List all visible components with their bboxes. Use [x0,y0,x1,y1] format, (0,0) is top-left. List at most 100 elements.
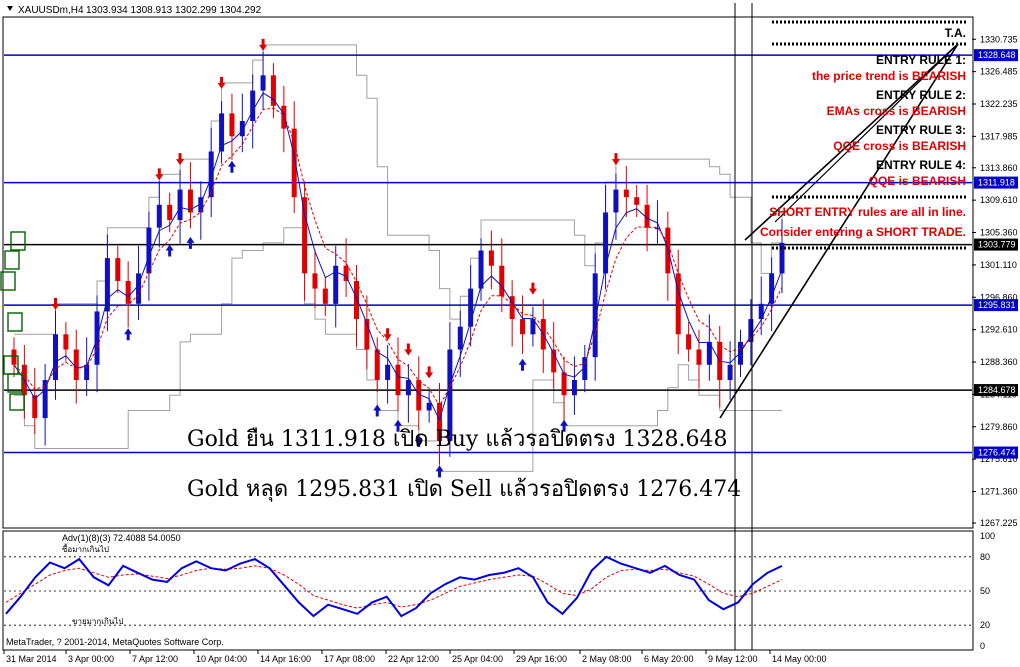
rule-2-title: ENTRY RULE 2: [876,88,966,102]
candle-body [239,121,245,137]
candle-body [53,334,59,380]
candle-body [696,349,702,365]
price-tick-label: 1330.735 [980,34,1018,44]
candle-body [686,334,692,350]
price-tick-label: 1309.610 [980,195,1018,205]
candle-body [727,364,733,380]
chart-ohlc: 1303.934 1308.913 1302.299 1304.292 [86,5,262,16]
oscillator-upper-label: ซื้อมากเกินไป [62,543,109,554]
price-tick-label: 1317.985 [980,131,1018,141]
candle-body [115,258,121,281]
ta-label: T.A. [945,26,966,40]
thai-note-sell: Gold หลุด 1295.831 เปิด Sell แล้วรอปิดตร… [187,477,741,502]
oscillator-tick-label: 100 [980,531,995,541]
time-tick-label: 29 Apr 16:00 [516,654,567,664]
candle-body [177,189,183,221]
level-tag-label: 1276.474 [978,448,1016,458]
candle-body [520,319,526,335]
oscillator-tick-label: 20 [980,620,990,630]
candle-body [634,197,640,205]
price-tick-label: 1271.360 [980,487,1018,497]
price-tick-label: 1305.360 [980,228,1018,238]
rule-3-text: QQE cross is BEARISH [833,139,966,153]
candle-body [146,227,152,274]
price-tick-label: 1313.860 [980,163,1018,173]
time-tick-label: 6 May 20:00 [644,654,694,664]
rule-2-text: EMAs cross is BEARISH [827,104,966,118]
short-entry-line-1: SHORT ENTRY rules are all in line. [769,205,966,219]
level-tag-label: 1311.918 [978,178,1015,188]
candle-body [250,90,256,122]
time-tick-label: 2 May 08:00 [582,654,632,664]
time-tick-label: 7 Apr 12:00 [132,654,178,664]
candle-body [457,326,463,350]
candle-body [561,372,567,396]
short-entry-line-2: Consider entering a SHORT TRADE. [760,225,966,239]
level-tag-label: 1328.648 [978,50,1016,60]
price-tick-label: 1288.360 [980,357,1018,367]
thai-note-buy: Gold ยืน 1311.918 เปิด Buy แล้วรอปิดตรง … [187,427,727,452]
time-tick-label: 10 Apr 04:00 [196,654,247,664]
candle-body [312,273,318,289]
level-tag-label: 1303.779 [978,240,1016,250]
oscillator-tick-label: 80 [980,552,990,562]
candle-body [302,197,308,274]
candle-body [613,189,619,213]
candle-body [281,105,287,129]
price-tick-label: 1322.235 [980,99,1018,109]
candle-body [499,265,505,297]
candle-body [623,189,629,198]
time-tick-label: 3 Apr 00:00 [68,654,114,664]
price-tick-label: 1326.485 [980,67,1018,77]
price-chart: 100 80 50 20 0 1330.735 1326.485 1322.235 1317.… [0,0,1020,667]
time-tick-label: 22 Apr 12:00 [388,654,439,664]
candle-body [592,273,598,358]
candle-body [343,265,349,281]
candle-body [322,288,328,304]
time-tick-label: 25 Apr 04:00 [452,654,503,664]
level-tag-label: 1295.831 [978,300,1016,310]
candle-body [167,204,173,221]
level-tag-label: 1284.678 [978,385,1016,395]
candle-body [136,273,142,304]
oscillator-tick-label: 0 [980,641,985,651]
rule-3-title: ENTRY RULE 3: [876,123,966,137]
time-tick-label: 14 Apr 16:00 [260,654,311,664]
candle-body [478,250,484,289]
rule-4-text: QQE is BEARISH [869,174,966,188]
time-tick-label: 14 May 00:00 [772,654,827,664]
rule-1-text: the price trend is BEARISH [812,69,966,83]
oscillator-lower-label: ขายมากเกินไป [72,617,123,626]
chart-symbol: XAUUSDm,H4 [18,5,84,16]
candle-body [260,75,266,91]
candle-body [665,227,671,274]
candle-body [125,280,131,304]
copyright: MetaTrader, ? 2001-2014, MetaQuotes Soft… [6,637,224,647]
oscillator-label: Adv(1)(8)(3) 72.4088 54.0050 [62,533,181,543]
candle-body [737,341,743,365]
candle-body [229,113,235,137]
candle-body [63,334,69,350]
rule-4-title: ENTRY RULE 4: [876,158,966,172]
candle-body [405,379,411,396]
candle-body [208,151,214,198]
candle-body [426,402,432,411]
candle-body [603,212,609,274]
rule-1-title: ENTRY RULE 1: [876,53,966,67]
time-tick-label: 31 Mar 2014 [6,654,57,664]
candle-body [73,349,79,380]
candle-body [395,364,401,396]
time-tick-label: 9 May 12:00 [708,654,758,664]
price-tick-label: 1292.610 [980,325,1018,335]
candle-body [374,349,380,380]
candle-body [11,349,17,365]
candle-body [571,379,577,396]
candle-body [385,364,391,380]
candle-body [488,250,494,266]
price-tick-label: 1267.225 [980,518,1018,528]
price-tick-label: 1279.860 [980,422,1018,432]
time-tick-label: 17 Apr 08:00 [324,654,375,664]
oscillator-tick-label: 50 [980,586,990,596]
candle-body [156,204,162,228]
price-tick-label: 1301.110 [980,260,1017,270]
